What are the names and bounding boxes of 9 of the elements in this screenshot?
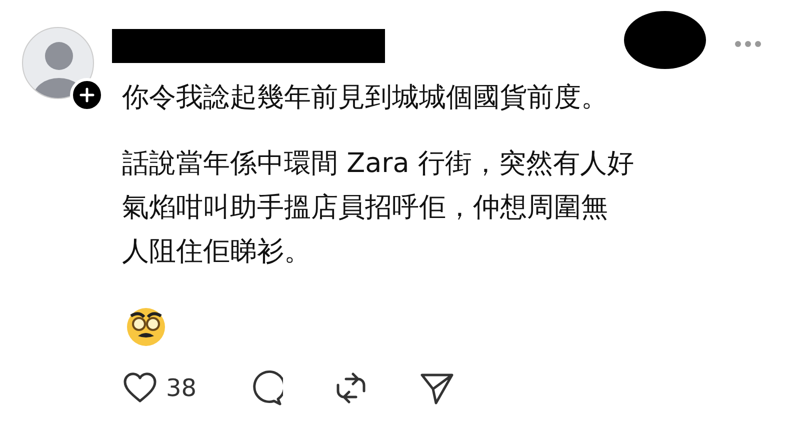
disguise-emoji-icon: [126, 307, 166, 347]
post-text-line: 人阻住佢睇衫。: [122, 235, 311, 269]
more-options-icon[interactable]: [734, 38, 762, 50]
plus-icon: [79, 87, 95, 103]
post-text-line: 你令我諗起幾年前見到城城個國貨前度。: [122, 81, 608, 115]
post-text-line: 話說當年係中環間 Zara 行街，突然有人好: [122, 147, 634, 181]
like-count: 38: [166, 373, 197, 404]
heart-icon[interactable]: [122, 371, 158, 405]
post-text-line: 氣焰咁叫助手搵店員招呼佢，仲想周圍無: [122, 191, 608, 225]
